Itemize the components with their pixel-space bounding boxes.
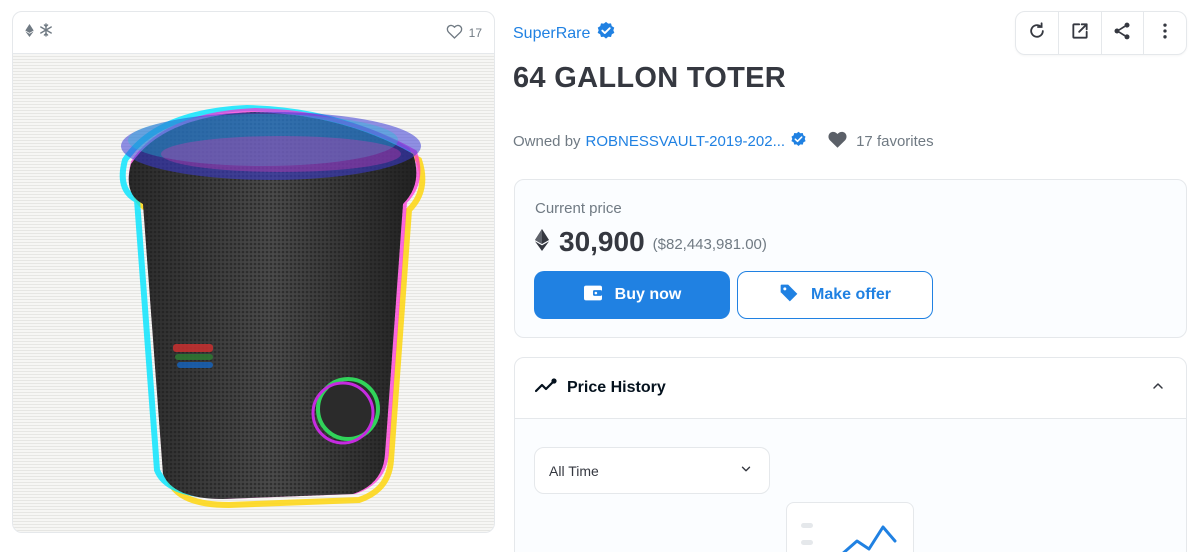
- current-price-label: Current price: [535, 200, 622, 217]
- heart-outline-icon[interactable]: [446, 24, 463, 42]
- external-link-icon[interactable]: [1070, 21, 1090, 46]
- price-row: 30,900 ($82,443,981.00): [535, 226, 767, 258]
- media-header: 17: [13, 12, 494, 54]
- item-toolbar: [1015, 11, 1187, 55]
- price-history-panel: Price History All Time: [514, 357, 1187, 552]
- refresh-button[interactable]: [1016, 12, 1059, 54]
- item-title: 64 GALLON TOTER: [513, 62, 787, 94]
- snowflake-icon: [39, 23, 53, 42]
- nft-artwork-image[interactable]: [13, 54, 494, 532]
- chevron-down-icon[interactable]: [739, 462, 753, 479]
- favorites-info[interactable]: 17 favorites: [827, 130, 934, 153]
- price-history-title: Price History: [567, 379, 666, 396]
- verified-badge-icon: [596, 21, 616, 46]
- owner-row: Owned by ROBNESSVAULT-2019-202... 17 fav…: [513, 130, 934, 153]
- trending-icon: [534, 377, 557, 399]
- favorites-count: 17 favorites: [856, 133, 934, 150]
- collection-link[interactable]: SuperRare: [513, 25, 590, 43]
- make-offer-button[interactable]: Make offer: [737, 271, 933, 319]
- make-offer-label: Make offer: [810, 286, 892, 303]
- buy-now-button[interactable]: Buy now: [534, 271, 730, 319]
- chart-placeholder-icon: [801, 523, 897, 552]
- share-icon[interactable]: [1112, 21, 1132, 46]
- time-range-select[interactable]: All Time: [534, 447, 770, 494]
- collection-row: SuperRare: [513, 21, 616, 46]
- verified-badge-icon: [790, 131, 807, 152]
- empty-chart-illustration: [786, 502, 914, 552]
- price-history-header[interactable]: Price History: [515, 358, 1186, 419]
- share-button[interactable]: [1102, 12, 1145, 54]
- price-panel: Current price 30,900 ($82,443,981.00) Bu…: [514, 179, 1187, 338]
- media-favorite[interactable]: 17: [446, 24, 482, 42]
- time-range-value: All Time: [549, 462, 599, 479]
- ethereum-icon: [535, 228, 549, 256]
- more-options-button[interactable]: [1144, 12, 1186, 54]
- more-vertical-icon[interactable]: [1155, 21, 1175, 46]
- trash-bin-artwork: [119, 104, 426, 509]
- heart-icon[interactable]: [827, 130, 848, 153]
- price-history-body: All Time: [515, 419, 1186, 552]
- chevron-up-icon[interactable]: [1150, 378, 1166, 399]
- owner-link[interactable]: ROBNESSVAULT-2019-202...: [586, 133, 786, 150]
- refresh-icon[interactable]: [1027, 21, 1047, 46]
- price-usd: ($82,443,981.00): [652, 235, 767, 253]
- price-history-title-wrap: Price History: [534, 377, 666, 399]
- owner-prefix: Owned by: [513, 133, 581, 150]
- media-card: 17: [12, 11, 495, 533]
- price-amount: 30,900: [559, 226, 645, 257]
- external-link-button[interactable]: [1059, 12, 1102, 54]
- wallet-icon: [583, 284, 603, 307]
- media-header-icons: [25, 23, 53, 42]
- tag-icon: [779, 283, 799, 308]
- ethereum-icon: [25, 23, 34, 42]
- buy-now-label: Buy now: [614, 286, 682, 303]
- favorite-count: 17: [468, 25, 482, 40]
